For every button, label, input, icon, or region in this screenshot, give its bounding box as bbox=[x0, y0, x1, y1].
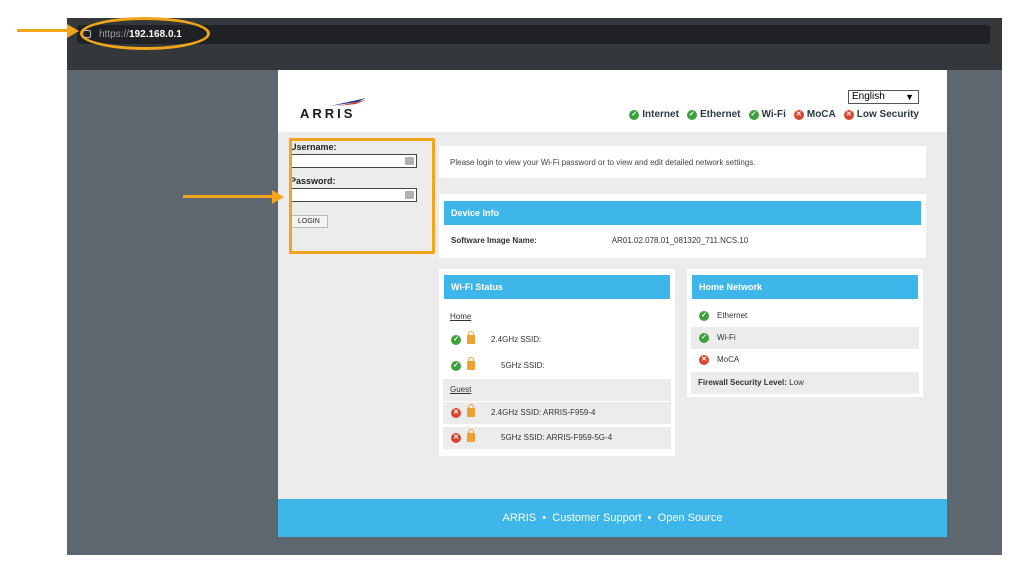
software-value: AR01.02.078.01_081320_711.NCS.10 bbox=[611, 236, 749, 245]
annotation-arrow-head bbox=[272, 190, 284, 204]
home-5ghz-ssid: 5GHz SSID: bbox=[501, 361, 545, 370]
status-label: Ethernet bbox=[699, 109, 741, 120]
ethernet-row: ✓ Ethernet bbox=[691, 305, 919, 327]
error-icon: ✕ bbox=[843, 109, 854, 120]
page-header: ARRIS English ▼ ✓ Internet ✓ Ethernet ✓ Wi-… bbox=[278, 70, 947, 132]
firewall-value: Low bbox=[789, 378, 804, 387]
language-select[interactable]: English ▼ bbox=[848, 90, 919, 104]
guest-24ghz-ssid: 2.4GHz SSID: ARRIS-F959-4 bbox=[491, 408, 596, 417]
wifi-label: Wi-Fi bbox=[717, 333, 736, 342]
home-5ghz-row: ✓ 5GHz SSID: bbox=[443, 355, 671, 377]
page-footer: ARRIS • Customer Support • Open Source bbox=[278, 499, 947, 537]
footer-separator: • bbox=[542, 512, 547, 524]
status-label: Internet bbox=[642, 109, 679, 120]
check-icon: ✓ bbox=[451, 361, 461, 371]
software-label: Software Image Name: bbox=[451, 236, 537, 245]
error-icon: ✕ bbox=[451, 433, 461, 443]
check-icon: ✓ bbox=[748, 109, 759, 120]
software-row: Software Image Name: AR01.02.078.01_0813… bbox=[451, 236, 748, 245]
home-network-card: Home Network ✓ Ethernet ✓ Wi-Fi ✕ MoCA Fire… bbox=[687, 269, 923, 397]
screenshot: https://192.168.0.1 ARRIS English ▼ ✓ Int… bbox=[0, 0, 1024, 586]
device-info-title: Device Info bbox=[444, 201, 921, 225]
firewall-row: Firewall Security Level: Low bbox=[691, 372, 919, 394]
customer-support-link[interactable]: Customer Support bbox=[552, 512, 641, 524]
status-ethernet: ✓ Ethernet bbox=[686, 109, 741, 120]
login-highlight-box bbox=[289, 138, 435, 254]
guest-5ghz-ssid: 5GHz SSID: ARRIS-F959-5G-4 bbox=[501, 433, 613, 442]
device-info-card: Device Info Software Image Name: AR01.02… bbox=[439, 194, 926, 258]
status-label: MoCA bbox=[806, 109, 836, 120]
home-heading-row: Home bbox=[443, 306, 671, 328]
browser-toolbar: https://192.168.0.1 bbox=[67, 18, 1002, 70]
status-wifi: ✓ Wi-Fi bbox=[748, 109, 786, 120]
error-icon: ✕ bbox=[451, 408, 461, 418]
status-indicators: ✓ Internet ✓ Ethernet ✓ Wi-Fi ✕ MoCA ✕ Low Se… bbox=[629, 109, 919, 120]
check-icon: ✓ bbox=[699, 333, 709, 343]
moca-row: ✕ MoCA bbox=[691, 349, 919, 371]
footer-separator: • bbox=[647, 512, 652, 524]
annotation-arrow-line bbox=[17, 29, 69, 32]
wifi-status-title: Wi-Fi Status bbox=[444, 275, 670, 299]
browser-window: https://192.168.0.1 ARRIS English ▼ ✓ Int… bbox=[67, 18, 1002, 555]
check-icon: ✓ bbox=[686, 109, 697, 120]
open-source-link[interactable]: Open Source bbox=[658, 512, 723, 524]
status-security[interactable]: ✕ Low Security bbox=[843, 109, 919, 120]
annotation-arrow-line bbox=[183, 195, 273, 198]
address-bar[interactable]: https://192.168.0.1 bbox=[77, 25, 990, 44]
home-link[interactable]: Home bbox=[450, 312, 471, 321]
status-label: Low Security bbox=[856, 109, 919, 120]
address-highlight-oval bbox=[80, 17, 210, 50]
error-icon: ✕ bbox=[699, 355, 709, 365]
lock-icon bbox=[467, 357, 475, 370]
firewall-label: Firewall Security Level: bbox=[698, 378, 787, 387]
logo-wordmark: ARRIS bbox=[300, 106, 356, 121]
annotation-arrow-head bbox=[67, 24, 79, 38]
moca-label: MoCA bbox=[717, 355, 740, 364]
status-label: Wi-Fi bbox=[761, 109, 786, 120]
status-moca: ✕ MoCA bbox=[793, 109, 836, 120]
lock-icon bbox=[467, 331, 475, 344]
guest-link[interactable]: Guest bbox=[450, 385, 471, 394]
arris-logo: ARRIS bbox=[300, 97, 370, 121]
lock-icon bbox=[467, 429, 475, 442]
chevron-down-icon: ▼ bbox=[905, 92, 914, 102]
home-24ghz-row: ✓ 2.4GHz SSID: bbox=[443, 329, 671, 351]
language-value: English bbox=[852, 91, 885, 102]
footer-brand-link[interactable]: ARRIS bbox=[503, 512, 537, 524]
check-icon: ✓ bbox=[451, 335, 461, 345]
home-24ghz-ssid: 2.4GHz SSID: bbox=[491, 335, 542, 344]
guest-24ghz-row: ✕ 2.4GHz SSID: ARRIS-F959-4 bbox=[443, 402, 671, 424]
guest-heading-row: Guest bbox=[443, 379, 671, 401]
ethernet-label: Ethernet bbox=[717, 311, 748, 320]
login-message: Please login to view your Wi-Fi password… bbox=[439, 146, 926, 178]
wifi-status-card: Wi-Fi Status Home ✓ 2.4GHz SSID: ✓ 5GHz … bbox=[439, 269, 675, 456]
wifi-row: ✓ Wi-Fi bbox=[691, 327, 919, 349]
home-network-title: Home Network bbox=[692, 275, 918, 299]
status-internet: ✓ Internet bbox=[629, 109, 679, 120]
check-icon: ✓ bbox=[629, 109, 640, 120]
check-icon: ✓ bbox=[699, 311, 709, 321]
guest-5ghz-row: ✕ 5GHz SSID: ARRIS-F959-5G-4 bbox=[443, 427, 671, 449]
error-icon: ✕ bbox=[793, 109, 804, 120]
lock-icon bbox=[467, 404, 475, 417]
